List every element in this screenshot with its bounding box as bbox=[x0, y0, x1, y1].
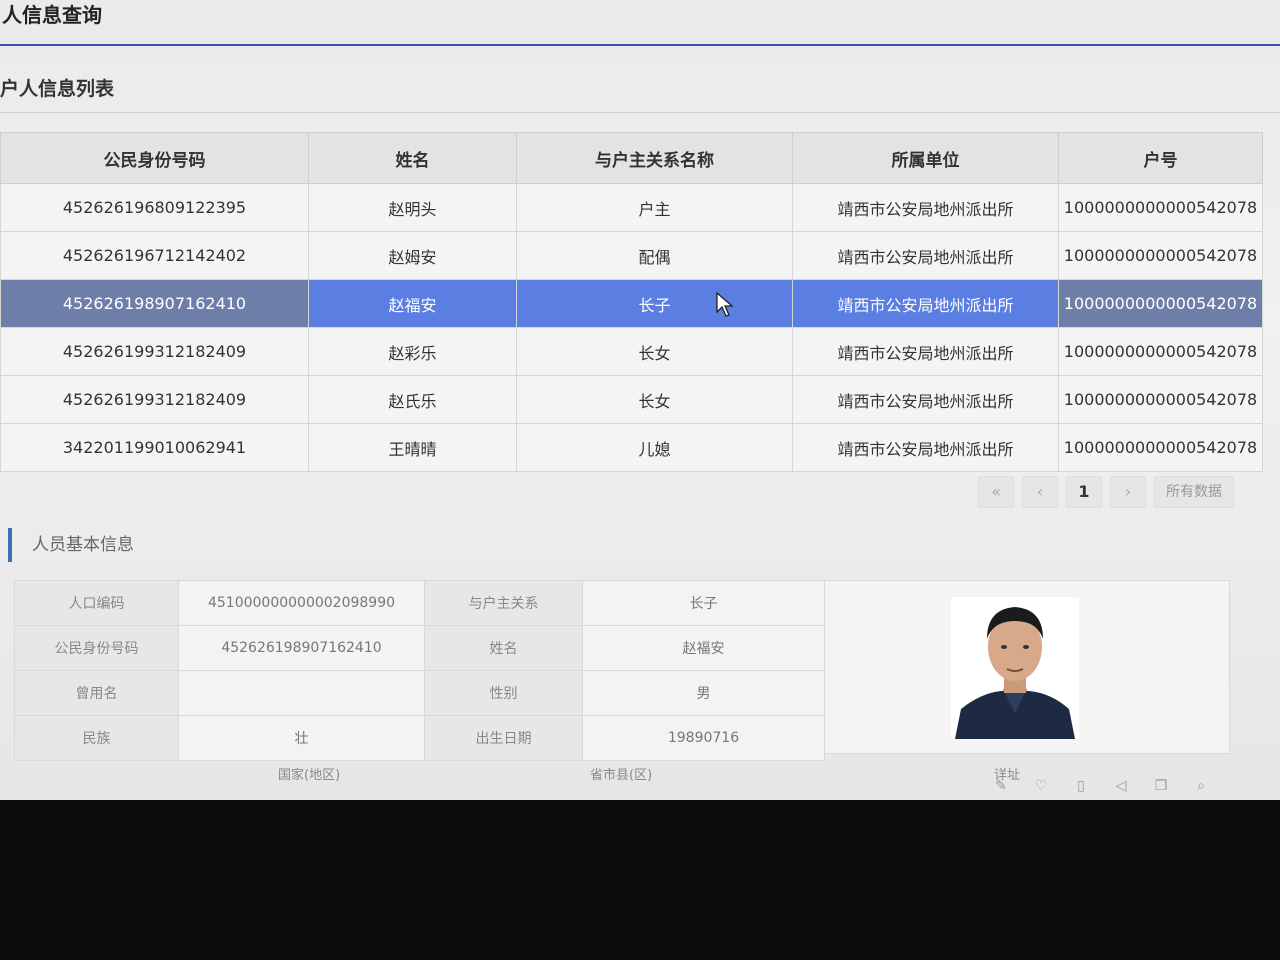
cell-id: 452626199312182409 bbox=[0, 375, 309, 424]
cell-name: 赵明头 bbox=[308, 183, 517, 232]
cell-id: 452626196809122395 bbox=[0, 183, 309, 232]
pagination: « ‹ 1 › 所有数据 bbox=[978, 476, 1234, 508]
cell-household-no: 1000000000000542078 bbox=[1058, 183, 1263, 232]
cell-name: 赵氏乐 bbox=[308, 375, 517, 424]
page-title: 人信息查询 bbox=[2, 3, 102, 27]
cell-relation: 长女 bbox=[516, 375, 793, 424]
photo-panel bbox=[824, 580, 1230, 754]
cell-household-no: 1000000000000542078 bbox=[1058, 279, 1263, 328]
list-title: 户人信息列表 bbox=[0, 78, 115, 100]
table-row[interactable]: 452626196809122395 赵明头 户主 靖西市公安局地州派出所 10… bbox=[0, 183, 1263, 232]
cell-name: 赵姆安 bbox=[308, 231, 517, 280]
cell-relation: 配偶 bbox=[516, 231, 793, 280]
person-photo bbox=[951, 597, 1079, 739]
prev-page-button[interactable]: ‹ bbox=[1022, 476, 1058, 508]
gender-value: 男 bbox=[582, 670, 825, 716]
name-label: 姓名 bbox=[424, 625, 583, 671]
cell-relation: 户主 bbox=[516, 183, 793, 232]
relation-label: 与户主关系 bbox=[424, 580, 583, 626]
title-divider bbox=[0, 44, 1280, 46]
cell-household-no: 1000000000000542078 bbox=[1058, 327, 1263, 376]
cell-household-no: 1000000000000542078 bbox=[1058, 375, 1263, 424]
alias-label: 曾用名 bbox=[14, 670, 179, 716]
alias-value bbox=[178, 670, 425, 716]
cell-id: 452626199312182409 bbox=[0, 327, 309, 376]
cell-unit: 靖西市公安局地州派出所 bbox=[792, 183, 1059, 232]
trash-icon[interactable]: ▯ bbox=[1070, 778, 1092, 794]
pop-code-value: 451000000000002098990 bbox=[178, 580, 425, 626]
household-table: 公民身份号码 姓名 与户主关系名称 所属单位 户号 45262619680912… bbox=[0, 132, 1263, 472]
heart-icon[interactable]: ♡ bbox=[1030, 778, 1052, 794]
gender-label: 性别 bbox=[424, 670, 583, 716]
table-row-selected[interactable]: 452626198907162410 赵福安 长子 靖西市公安局地州派出所 10… bbox=[0, 279, 1263, 328]
next-page-button[interactable]: › bbox=[1110, 476, 1146, 508]
cell-unit: 靖西市公安局地州派出所 bbox=[792, 279, 1059, 328]
name-value: 赵福安 bbox=[582, 625, 825, 671]
relation-value: 长子 bbox=[582, 580, 825, 626]
cell-unit: 靖西市公安局地州派出所 bbox=[792, 231, 1059, 280]
copy-icon[interactable]: ❐ bbox=[1150, 778, 1172, 794]
column-header-id[interactable]: 公民身份号码 bbox=[0, 132, 309, 184]
all-data-button[interactable]: 所有数据 bbox=[1154, 476, 1234, 508]
province-label: 省市县(区) bbox=[590, 768, 653, 783]
pin-icon[interactable]: ✎ bbox=[990, 778, 1012, 794]
cell-id: 452626198907162410 bbox=[0, 279, 309, 328]
table-row[interactable]: 452626199312182409 赵彩乐 长女 靖西市公安局地州派出所 10… bbox=[0, 327, 1263, 376]
cell-relation: 长女 bbox=[516, 327, 793, 376]
column-header-relation[interactable]: 与户主关系名称 bbox=[516, 132, 793, 184]
table-header-row: 公民身份号码 姓名 与户主关系名称 所属单位 户号 bbox=[0, 132, 1263, 184]
cell-id: 452626196712142402 bbox=[0, 231, 309, 280]
cell-relation: 长子 bbox=[516, 279, 793, 328]
app-screen: 人信息查询 户人信息列表 公民身份号码 姓名 与户主关系名称 所属单位 户号 4… bbox=[0, 0, 1280, 800]
column-header-unit[interactable]: 所属单位 bbox=[792, 132, 1059, 184]
country-label: 国家(地区) bbox=[278, 768, 341, 783]
cell-relation: 儿媳 bbox=[516, 423, 793, 472]
screen-toolbar: ✎ ♡ ▯ ◁ ❐ ⌕ bbox=[990, 778, 1212, 794]
speaker-icon[interactable]: ◁ bbox=[1110, 778, 1132, 794]
cell-name: 赵彩乐 bbox=[308, 327, 517, 376]
table-row[interactable]: 342201199010062941 王晴晴 儿媳 靖西市公安局地州派出所 10… bbox=[0, 423, 1263, 472]
cell-unit: 靖西市公安局地州派出所 bbox=[792, 423, 1059, 472]
mouse-cursor-icon bbox=[716, 292, 734, 317]
table-row[interactable]: 452626199312182409 赵氏乐 长女 靖西市公安局地州派出所 10… bbox=[0, 375, 1263, 424]
cell-name: 赵福安 bbox=[308, 279, 517, 328]
first-page-button[interactable]: « bbox=[978, 476, 1014, 508]
pop-code-label: 人口编码 bbox=[14, 580, 179, 626]
info-row: 公民身份号码 452626198907162410 姓名 赵福安 bbox=[14, 625, 825, 671]
column-header-name[interactable]: 姓名 bbox=[308, 132, 517, 184]
list-divider bbox=[0, 112, 1280, 113]
current-page-button[interactable]: 1 bbox=[1066, 476, 1102, 508]
search-icon[interactable]: ⌕ bbox=[1190, 778, 1212, 794]
id-value: 452626198907162410 bbox=[178, 625, 425, 671]
cell-id: 342201199010062941 bbox=[0, 423, 309, 472]
column-header-household-no[interactable]: 户号 bbox=[1058, 132, 1263, 184]
cell-name: 王晴晴 bbox=[308, 423, 517, 472]
cell-household-no: 1000000000000542078 bbox=[1058, 423, 1263, 472]
basic-info-section-title: 人员基本信息 bbox=[8, 528, 134, 562]
id-label: 公民身份号码 bbox=[14, 625, 179, 671]
cell-unit: 靖西市公安局地州派出所 bbox=[792, 375, 1059, 424]
cell-household-no: 1000000000000542078 bbox=[1058, 231, 1263, 280]
cell-unit: 靖西市公安局地州派出所 bbox=[792, 327, 1059, 376]
basic-info-table: 人口编码 451000000000002098990 与户主关系 长子 公民身份… bbox=[14, 580, 825, 761]
table-row[interactable]: 452626196712142402 赵姆安 配偶 靖西市公安局地州派出所 10… bbox=[0, 231, 1263, 280]
info-row: 曾用名 性别 男 bbox=[14, 670, 825, 716]
info-row: 人口编码 451000000000002098990 与户主关系 长子 bbox=[14, 580, 825, 626]
